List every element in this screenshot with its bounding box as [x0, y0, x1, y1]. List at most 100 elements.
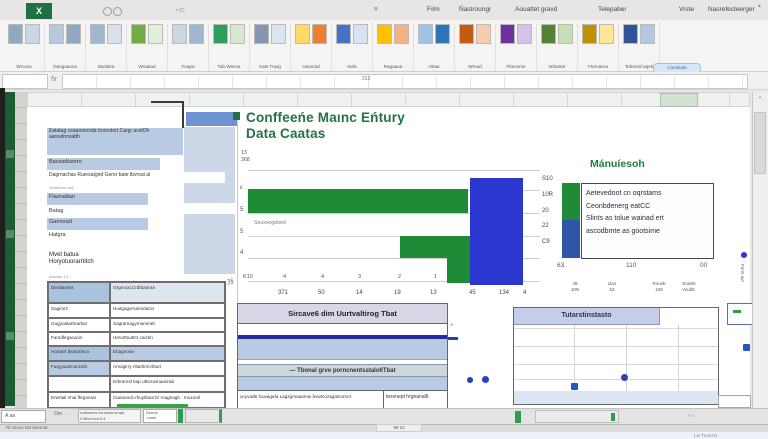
label-cell[interactable]: Dagrnachas Ruersatgnd Geror bate tbvrsut… [47, 172, 225, 183]
undo-icon[interactable] [113, 7, 122, 16]
ribbon-command-icon[interactable] [500, 24, 515, 44]
menu-tab[interactable]: Ńastroungr [459, 6, 491, 13]
text-box[interactable]: Aetevedoot cn oqrstams Ceonbdenerg eatCC… [581, 183, 714, 259]
ribbon-group: Wread [455, 23, 496, 71]
quick-access-icon[interactable] [103, 7, 112, 16]
horizontal-scrollbar[interactable]: ≡ ± [688, 413, 694, 418]
label-cell[interactable]: aaataar 13 [47, 274, 107, 280]
ribbon-command-icon[interactable] [213, 24, 228, 44]
table-row[interactable]: Famdfirgacacin Hitrurtbudtrz caizbri [48, 332, 225, 346]
ribbon-command-icon[interactable] [476, 24, 491, 44]
table-cell[interactable]: Famdfirgacacin [48, 332, 110, 346]
ribbon-command-icon[interactable] [459, 24, 474, 44]
ribbon-command-icon[interactable] [66, 24, 81, 44]
ribbon-command-icon[interactable] [254, 24, 269, 44]
scroll-up-icon[interactable]: ▴ [752, 92, 768, 102]
ribbon-command-icon[interactable] [172, 24, 187, 44]
ribbon-command-icon[interactable] [49, 24, 64, 44]
label-cell[interactable]: Waaehtar aay [47, 185, 107, 192]
menu-tab[interactable]: Nasrefecteerger [708, 6, 755, 13]
table-row[interactable]: Hoirarrt Iboirorinca Ebagnoira [48, 346, 225, 361]
chart-bar[interactable] [470, 178, 523, 285]
ribbon-command-icon[interactable] [189, 24, 204, 44]
table-row[interactable]: Dirotiaonra Orgrncai.Crdtbaonra [48, 282, 225, 303]
excel-app-icon[interactable]: X [26, 3, 52, 19]
table-cell[interactable]: Sagrarnagyrnarvirab [110, 318, 225, 332]
footer-cell[interactable]: ucyvad6 Guvagafa Lagzgrnaaornw bvwtcozag… [238, 391, 384, 408]
tab-label[interactable]: Om . [54, 411, 65, 417]
sheet-tab[interactable] [185, 409, 222, 423]
ribbon-command-icon[interactable] [640, 24, 655, 44]
table-cell[interactable]: Hoirarrt Iboirorinca [48, 346, 110, 361]
ribbon-command-icon[interactable] [295, 24, 310, 44]
table-cell[interactable]: Furgyuaztcaorarb [48, 361, 110, 376]
row-headers[interactable] [15, 92, 27, 408]
table-row[interactable]: Sagirorz Hudgagvrnarindacin [48, 303, 225, 318]
label-cell[interactable]: Batag [47, 207, 107, 217]
menu-tab[interactable]: Telepaber [598, 6, 627, 13]
label-cell[interactable]: Mvet batua Horyotuorarrtitch [47, 251, 153, 273]
table-cell[interactable]: Gugyuatarbrarbar [48, 318, 110, 332]
ribbon-command-icon[interactable] [558, 24, 573, 44]
table-cell[interactable]: Dirotiaonra [48, 282, 110, 303]
window-control-icon[interactable]: ▲ [757, 3, 762, 9]
ribbon-command-icon[interactable] [312, 24, 327, 44]
menu-tab[interactable]: Aouattet gravd [515, 6, 557, 13]
table-row[interactable]: Gugyuatarbrarbar Sagrarnagyrnarvirab [48, 318, 225, 332]
ribbon-command-icon[interactable] [271, 24, 286, 44]
ribbon-command-icon[interactable] [336, 24, 351, 44]
table-cell[interactable]: Erwrtail irnai fbrgoruar [48, 392, 110, 408]
label-cell[interactable]: Eatatag ceaamonnda troorutort.Cargr avst… [47, 128, 183, 155]
label-cell[interactable]: Flaonattan [47, 193, 148, 205]
ribbon-command-icon[interactable] [8, 24, 23, 44]
ribbon-command-icon[interactable] [599, 24, 614, 44]
menu-tab[interactable]: Vrste [679, 6, 694, 13]
ribbon-command-icon[interactable] [377, 24, 392, 44]
ribbon-command-icon[interactable] [148, 24, 163, 44]
ribbon-command-icon[interactable] [517, 24, 532, 44]
sheet-tab[interactable]: Doune -rnavt [143, 409, 177, 423]
ribbon-command-icon[interactable] [623, 24, 638, 44]
name-box[interactable] [2, 74, 48, 89]
redo-icon[interactable]: ⌐⊏ [176, 6, 185, 14]
sheet-tab[interactable]: ivutbavrns ies bavsrnd apt. H Btvrni sci… [78, 409, 141, 423]
band-blue[interactable] [238, 377, 447, 390]
ribbon-command-icon[interactable] [541, 24, 556, 44]
formula-input[interactable] [62, 74, 748, 89]
ribbon-command-icon[interactable] [353, 24, 368, 44]
ribbon-command-icon[interactable] [131, 24, 146, 44]
table-cell[interactable]: Hudgagvrnarindacin [110, 303, 225, 318]
table-cell[interactable]: Orgrncai.Crdtbaonra [110, 282, 225, 303]
ribbon-command-icon[interactable] [230, 24, 245, 44]
ribbon-command-icon[interactable] [107, 24, 122, 44]
table-cell[interactable]: Erbrarnel bap ubtvcarnaaorab [110, 376, 225, 392]
chart-bar[interactable] [248, 189, 468, 213]
footer-cell[interactable]: tesvnept hrgnanal6 [384, 391, 447, 408]
table-cell[interactable] [48, 376, 110, 392]
chart-bar[interactable] [447, 258, 470, 283]
table-cell[interactable]: Sagirorz [48, 303, 110, 318]
ribbon-command-icon[interactable] [394, 24, 409, 44]
table-cell[interactable]: Ebagnoira [110, 346, 225, 361]
scrollbar-thumb[interactable] [754, 112, 766, 174]
menu-tab[interactable]: Fılm [427, 6, 440, 13]
sheet-tab[interactable]: A aa [1, 410, 46, 423]
table-row[interactable]: Furgyuaztcaorarb Arnagirry ritlurtirncrt… [48, 361, 225, 376]
share-icon[interactable]: ≡ [374, 6, 378, 13]
label-cell[interactable]: Hatgra [47, 231, 148, 243]
cell-box[interactable] [718, 395, 751, 408]
ribbon-command-icon[interactable] [25, 24, 40, 44]
chart-bar[interactable] [400, 236, 470, 258]
axis-tick-label: 10R [542, 192, 554, 198]
ribbon-command-icon[interactable] [418, 24, 433, 44]
sheet-tab[interactable] [535, 410, 619, 423]
table-cell[interactable]: Hitrurtbudtrz caizbri [110, 332, 225, 346]
ribbon-command-icon[interactable] [90, 24, 105, 44]
label-cell[interactable]: Gamorad [47, 218, 148, 230]
ribbon-command-icon[interactable] [582, 24, 597, 44]
band-blue[interactable] [238, 339, 447, 360]
label-cell[interactable]: Bavsadtaorro [47, 158, 160, 170]
table-cell[interactable]: Arnagirry ritlurtirncrtburt [110, 361, 225, 376]
table-row[interactable]: Erbrarnel bap ubtvcarnaaorab [48, 376, 225, 392]
ribbon-command-icon[interactable] [435, 24, 450, 44]
